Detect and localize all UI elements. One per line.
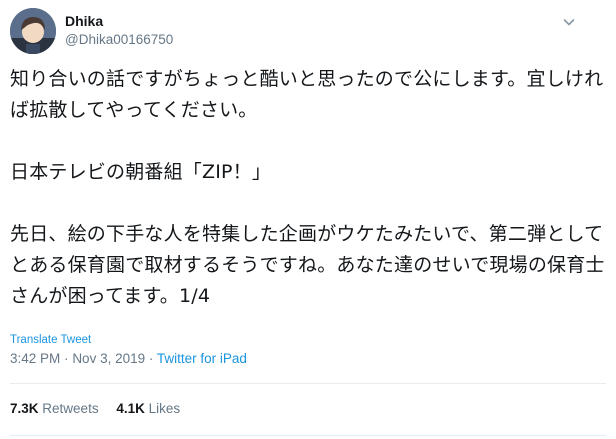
tweet-metadata: 3:42 PM · Nov 3, 2019 · Twitter for iPad <box>10 350 247 368</box>
meta-separator: · <box>64 351 69 366</box>
avatar[interactable] <box>10 8 56 54</box>
tweet-card: Dhika @Dhika00166750 知り合いの話ですがちょっと酷いと思った… <box>0 0 616 439</box>
display-name[interactable]: Dhika <box>65 12 173 30</box>
tweet-stats: 7.3K Retweets 4.1K Likes <box>10 400 194 418</box>
tweet-date[interactable]: Nov 3, 2019 <box>72 351 145 366</box>
likes-stat[interactable]: 4.1K Likes <box>116 401 180 416</box>
retweets-count: 7.3K <box>10 401 39 416</box>
divider <box>10 435 606 436</box>
avatar-image <box>10 8 56 54</box>
divider <box>10 383 606 384</box>
tweet-time[interactable]: 3:42 PM <box>10 351 60 366</box>
translate-tweet-link[interactable]: Translate Tweet <box>10 333 91 347</box>
tweet-header: Dhika @Dhika00166750 <box>10 8 606 56</box>
chevron-down-icon[interactable] <box>562 14 576 28</box>
tweet-paragraph-spacer <box>10 126 606 157</box>
likes-label: Likes <box>148 401 181 416</box>
retweets-stat[interactable]: 7.3K Retweets <box>10 401 99 416</box>
tweet-paragraph: 先日、絵の下手な人を特集した企画がウケたみたいで、第二弾としてとある保育園で取材… <box>10 223 605 307</box>
user-handle[interactable]: @Dhika00166750 <box>65 31 173 49</box>
author-names: Dhika @Dhika00166750 <box>65 12 173 49</box>
meta-separator: · <box>148 351 154 366</box>
retweets-label: Retweets <box>42 401 99 416</box>
tweet-source-link[interactable]: Twitter for iPad <box>157 351 247 366</box>
tweet-paragraph: 知り合いの話ですがちょっと酷いと思ったので公にします。宜しければ拡散してやってく… <box>10 68 604 121</box>
tweet-text: 知り合いの話ですがちょっと酷いと思ったので公にします。宜しければ拡散してやってく… <box>10 64 606 312</box>
tweet-paragraph: 日本テレビの朝番組「ZIP！」 <box>10 161 272 183</box>
tweet-paragraph-spacer <box>10 188 606 219</box>
likes-count: 4.1K <box>116 401 145 416</box>
